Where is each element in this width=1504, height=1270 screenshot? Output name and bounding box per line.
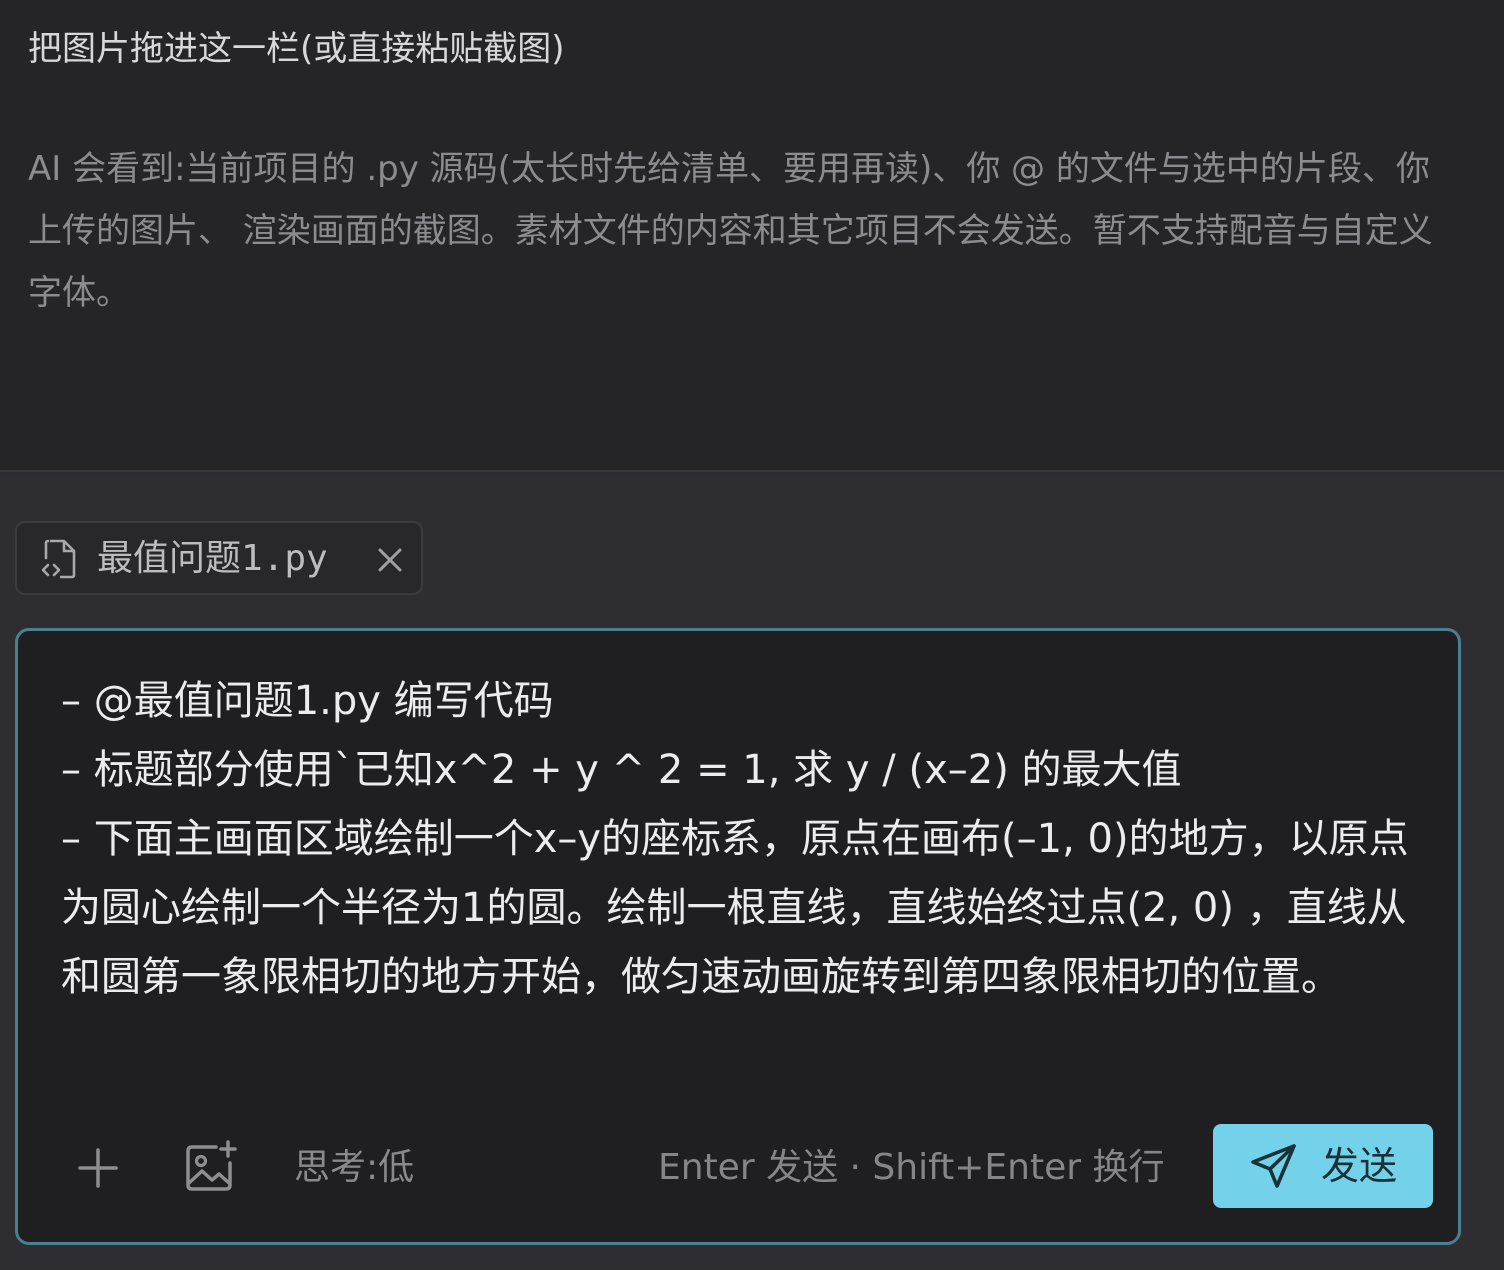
composer-area: 最值问题1.py – @最值问题1.py 编写代码 – 标题部分使用`已知x^2… (0, 474, 1504, 1270)
send-icon (1251, 1144, 1296, 1188)
prompt-textarea[interactable]: – @最值问题1.py 编写代码 – 标题部分使用`已知x^2 + y ^ 2 … (61, 667, 1421, 1012)
context-description: AI 会看到:当前项目的 .py 源码(太长时先给清单、要用再读)、你 @ 的文… (28, 149, 1433, 313)
keyboard-hint: Enter 发送 · Shift+Enter 换行 (658, 1147, 1165, 1188)
add-image-icon[interactable] (182, 1139, 238, 1195)
prompt-input-box[interactable]: – @最值问题1.py 编写代码 – 标题部分使用`已知x^2 + y ^ 2 … (15, 628, 1461, 1245)
ai-chat-panel: 把图片拖进这一栏(或直接粘贴截图) AI 会看到:当前项目的 .py 源码(太长… (0, 0, 1504, 1270)
image-drop-zone[interactable]: 把图片拖进这一栏(或直接粘贴截图) AI 会看到:当前项目的 .py 源码(太长… (0, 0, 1504, 472)
file-code-icon (41, 539, 76, 579)
plus-icon[interactable] (76, 1146, 120, 1190)
thinking-level-selector[interactable]: 思考:低 (294, 1143, 414, 1193)
send-button[interactable]: 发送 (1213, 1124, 1433, 1208)
attached-file-name: 最值问题1.py (97, 538, 328, 579)
close-icon[interactable] (371, 541, 409, 579)
send-label: 发送 (1320, 1144, 1397, 1188)
drop-zone-title: 把图片拖进这一栏(或直接粘贴截图) (28, 29, 565, 69)
attached-file-chip[interactable]: 最值问题1.py (15, 521, 423, 595)
